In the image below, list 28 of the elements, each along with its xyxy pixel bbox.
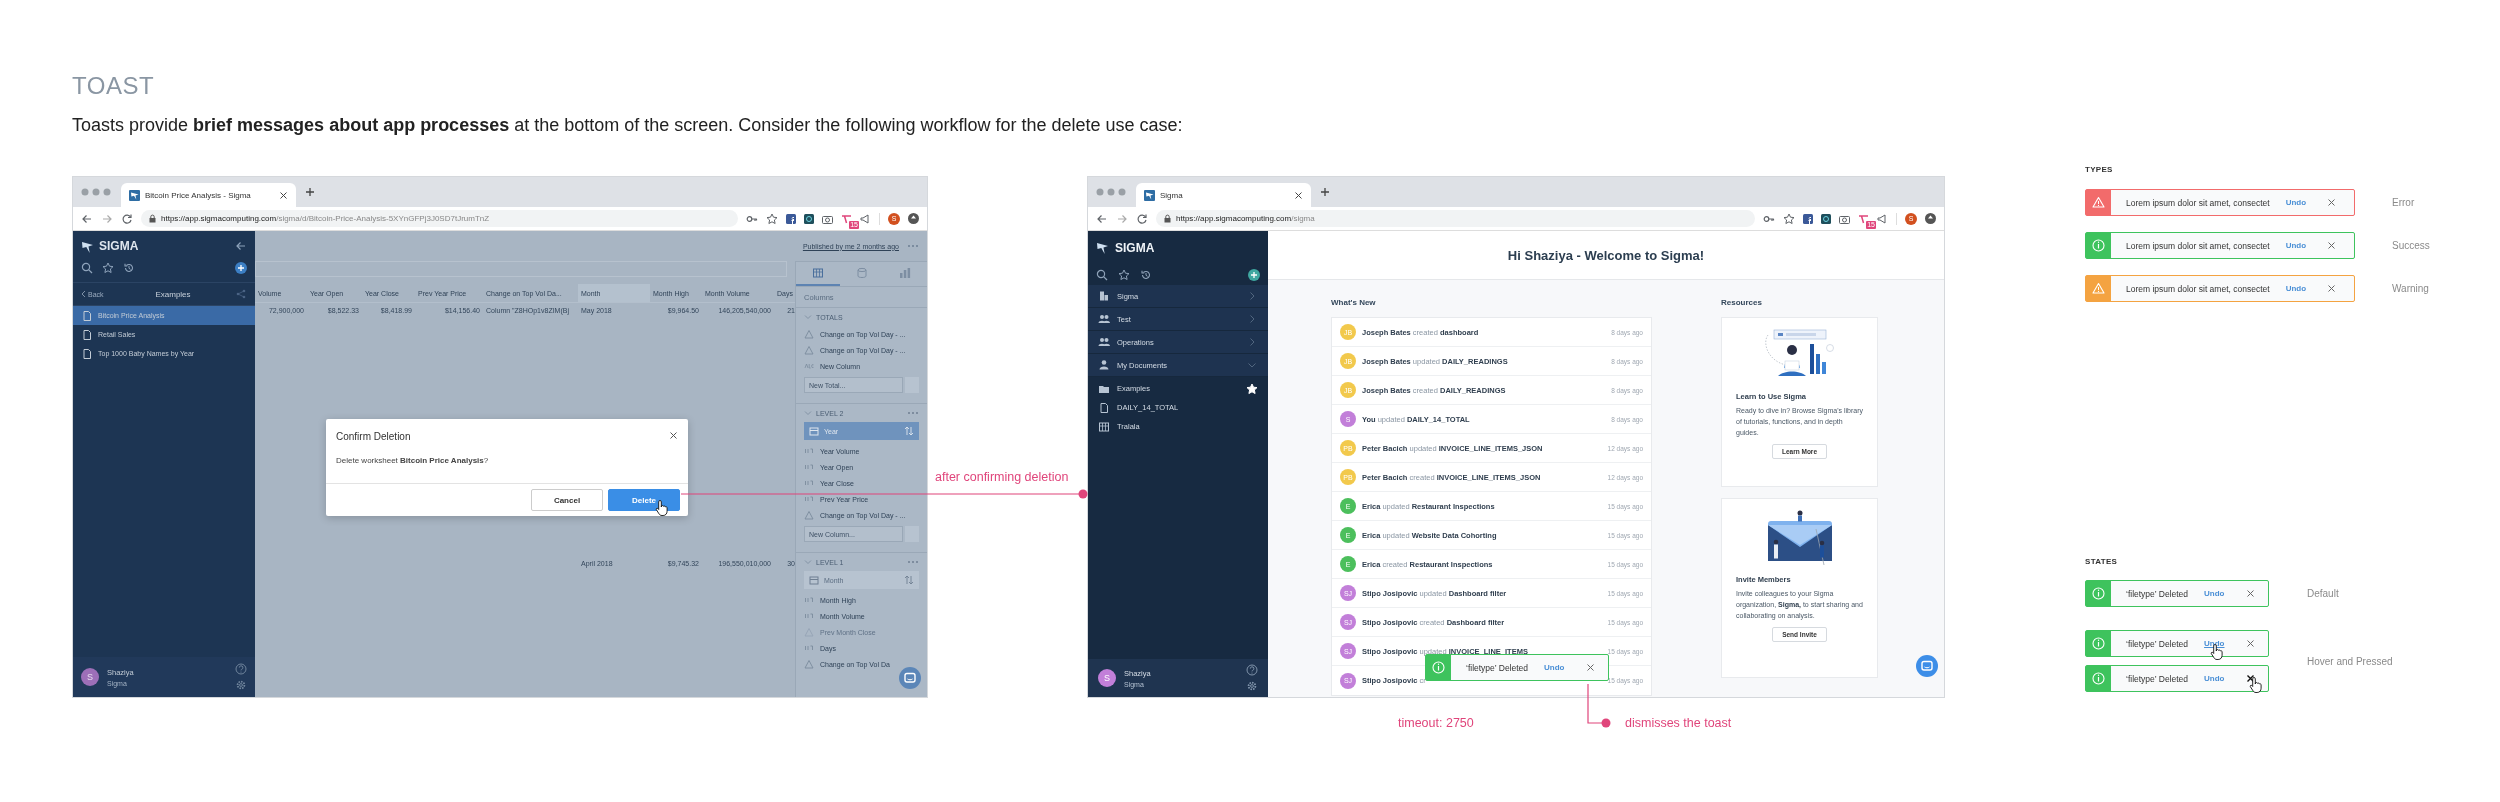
toast-message: Lorem ipsum dolor sit amet, consectet	[2126, 283, 2270, 294]
brand-name: SIGMA	[1115, 241, 1155, 255]
welcome-heading: Hi Shaziya - Welcome to Sigma!	[1507, 247, 1705, 263]
toast-message: ‘filetype’ Deleted	[2126, 638, 2189, 649]
section-title: STATES	[2085, 556, 2119, 568]
page-title: TOAST	[72, 72, 156, 100]
state-label: Hover and Pressed	[2307, 655, 2393, 667]
folder-title: Examples	[154, 289, 192, 299]
toast-message: ‘filetype’ Deleted	[2126, 588, 2189, 599]
dialog-title: Confirm Deletion	[336, 431, 411, 442]
user-avatar: S	[81, 668, 99, 686]
annotation-label: timeout: 2750	[1398, 715, 1474, 731]
brand-name: SIGMA	[99, 239, 140, 253]
toast-message: Lorem ipsum dolor sit amet, consectet	[2126, 240, 2270, 251]
state-label: Default	[2307, 588, 2339, 599]
user-avatar: S	[1098, 669, 1116, 687]
toast-message: Lorem ipsum dolor sit amet, consectet	[2126, 197, 2270, 208]
toast-message: ‘filetype’ Deleted	[2126, 673, 2189, 684]
section-title: TYPES	[2085, 164, 2114, 176]
dialog-message: Delete worksheet Bitcoin Price Analysis?	[335, 455, 490, 467]
annotation-label: after confirming deletion	[935, 469, 1069, 485]
annotation-label: dismisses the toast	[1625, 715, 1732, 731]
section-title: What's New	[1331, 298, 1377, 309]
toast-type-label: Error	[2392, 197, 2415, 208]
toast-type-label: Success	[2392, 240, 2430, 251]
toast-type-label: Warning	[2392, 283, 2429, 294]
section-title: Resources	[1721, 298, 1763, 309]
intro-text: Toasts provide brief messages about app processes at the bottom of the screen. Consider the following workflow for the delete use case:	[72, 114, 1184, 136]
